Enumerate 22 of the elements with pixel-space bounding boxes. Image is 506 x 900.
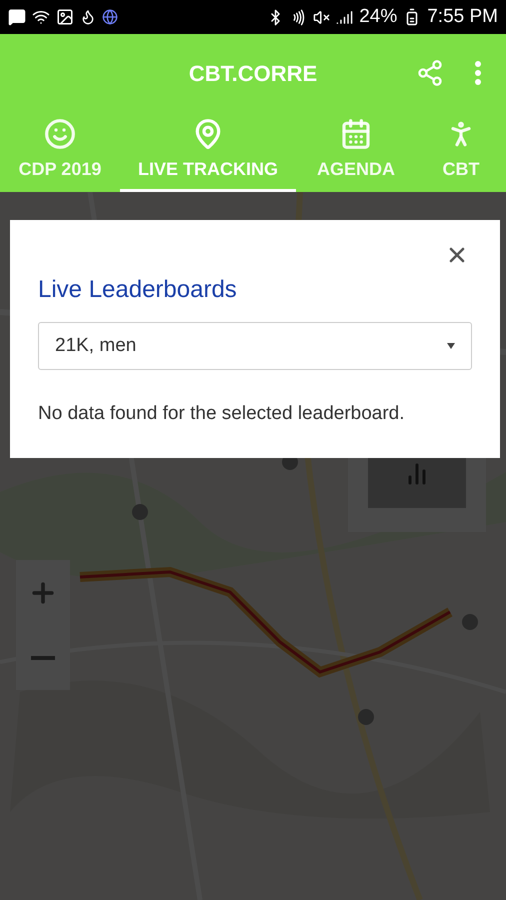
empty-message: No data found for the selected leaderboard. [38,402,406,426]
globe-icon [102,9,118,25]
flame-icon [80,9,96,25]
minus-icon [31,656,55,660]
dropdown-arrow-icon [447,343,455,349]
image-icon [56,8,74,26]
calendar-icon [340,118,372,150]
leaderboard-select[interactable]: 21K, men [38,322,472,370]
tab[interactable]: AGENDA [296,112,416,192]
app-title: CBT.CORRE [188,60,318,88]
share-icon [416,59,444,87]
battery-percent: 24% [359,4,398,29]
tab[interactable]: CDP 2019 [0,112,120,192]
mute-icon [313,8,330,26]
smiley-icon [44,118,76,150]
more-icon [475,61,481,85]
wifi-icon [32,8,50,26]
dialog-title: Live Leaderboards [38,275,238,305]
clock: 7:55 PM [427,4,498,29]
message-icon [8,8,26,26]
tab[interactable]: CBT [416,112,506,192]
signal-icon [336,8,354,26]
